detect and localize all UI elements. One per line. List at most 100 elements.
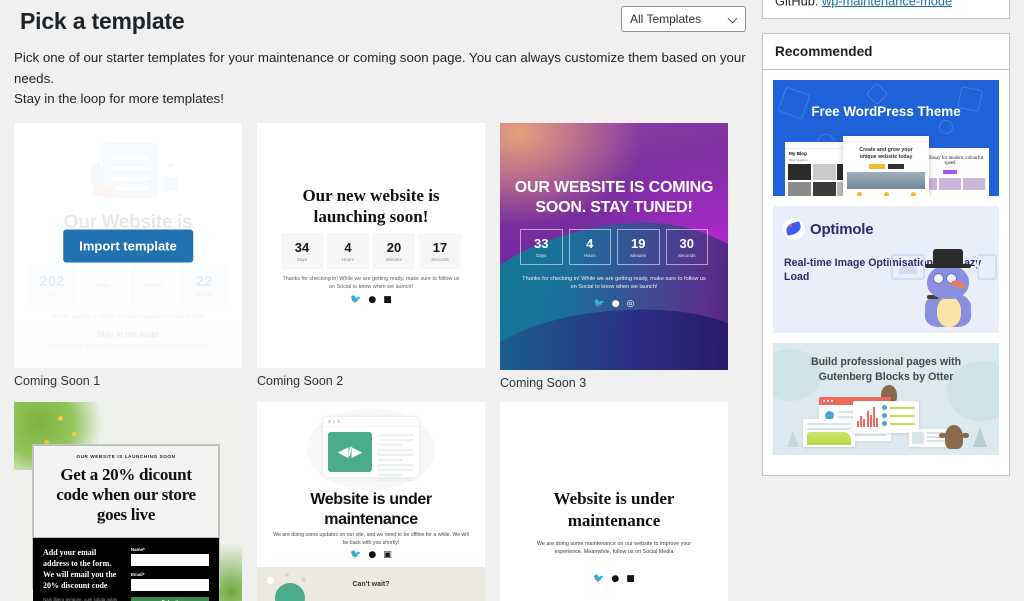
cant-wait-section: Can't wait? (257, 567, 485, 601)
preview-kicker: OUR WEBSITE IS LAUNCHING SOON (76, 454, 176, 459)
countdown-label: Hours (341, 257, 354, 262)
name-field-label: Name* (131, 547, 145, 552)
countdown-value: 33 (534, 236, 549, 251)
homepage-screenshot-title: Create and grow your unique website toda… (859, 147, 913, 161)
template-filter-select[interactable]: All Templates (621, 6, 746, 32)
template-preview[interactable]: OUR WEBSITE IS COMING SOON. STAY TUNED! … (500, 123, 728, 370)
countdown-unit: 34 Days (281, 233, 323, 269)
template-preview[interactable]: Website is under maintenance We are doin… (500, 402, 728, 601)
main-content: Pick a template All Templates Pick one o… (0, 0, 760, 601)
preview-blurb: We are doing some maintenance on our web… (536, 541, 692, 555)
chart-window (803, 419, 855, 448)
banner-title: Free WordPress Theme (811, 104, 961, 120)
optimole-mark-icon (783, 218, 805, 241)
facebook-icon: ● (611, 574, 620, 584)
countdown-value: 34 (294, 240, 310, 255)
preview-blurb: We are working to deliver the best exper… (52, 314, 204, 328)
template-card[interactable]: Website is under maintenance We are doin… (500, 402, 743, 601)
otter-mascot-icon (939, 425, 969, 450)
linkedin-icon: ■ (383, 295, 392, 305)
instagram-icon (142, 333, 156, 346)
chevron-down-icon (729, 14, 739, 24)
otter-blocks-banner[interactable]: Build professional pages with Gutenberg … (773, 343, 999, 456)
coming-soon-3-preview: OUR WEBSITE IS COMING SOON. STAY TUNED! … (500, 123, 728, 370)
github-repo-link[interactable]: wp-maintenance-mode (822, 0, 952, 8)
template-filter-value: All Templates (630, 12, 702, 26)
template-preview[interactable]: Our Website is Coming soon. 202Days Hour… (14, 123, 242, 368)
countdown-unit: 30 Seconds (665, 229, 708, 265)
optimole-logo: Optimole (783, 218, 874, 241)
countdown-label: Minutes (144, 283, 163, 289)
template-card[interactable]: OUR WEBSITE IS LAUNCHING SOON Get a 20% … (14, 402, 257, 601)
preview-heading: Get a 20% dicount code when our store go… (56, 465, 196, 524)
countdown-value: 202 (39, 272, 65, 290)
optimole-title: Optimole (810, 220, 874, 238)
page-header: Pick a template All Templates (0, 0, 760, 42)
social-icons: 🐦 ● ■ (257, 295, 485, 305)
coming-soon-2-preview: Our new website is launching soon! 34 Day… (257, 123, 485, 368)
submit-button[interactable]: Submit (131, 597, 209, 601)
optimole-banner[interactable]: Optimole Real-time Image Optimisation an… (773, 206, 999, 334)
facebook-icon: ● (368, 295, 377, 305)
preview-heading: Website is under maintenance (553, 489, 675, 530)
form-note: Nam libero tempore, cum soluta nobis est… (43, 597, 117, 601)
otter-illustration (773, 385, 999, 451)
preview-blurb: We are doing some updates on our site, a… (273, 532, 469, 546)
linkedin-icon: ■ (626, 574, 635, 584)
email-field-label: Email* (131, 572, 145, 577)
countdown-unit: 202 Days (28, 265, 76, 305)
template-card[interactable]: Our Website is Coming soon. 202Days Hour… (14, 123, 257, 388)
image-placeholder-icon (977, 254, 997, 281)
countdown-unit: 4 Hours (327, 233, 369, 269)
template-card[interactable]: OUR WEBSITE IS COMING SOON. STAY TUNED! … (500, 123, 743, 390)
template-name: Coming Soon 1 (14, 374, 101, 388)
countdown-label: Seconds (431, 257, 449, 262)
countdown: 33 Days 4 Hours 19 Minutes 30 Seconds (520, 229, 708, 265)
countdown-label: Minutes (386, 257, 402, 262)
github-label: GitHub: (775, 0, 819, 9)
template-card[interactable]: ◀/▶ Website is under maintenance We are … (257, 402, 500, 601)
social-icons (14, 333, 242, 346)
countdown-value: 19 (631, 236, 646, 251)
maintenance-serif-preview: Website is under maintenance We are doin… (500, 402, 728, 601)
countdown-unit: 17 Seconds (419, 233, 461, 269)
discount-template-preview: OUR WEBSITE IS LAUNCHING SOON Get a 20% … (14, 402, 242, 601)
email-field[interactable] (131, 579, 209, 591)
twitter-icon (100, 333, 114, 346)
recommended-panel: Recommended Free WordPress Theme My Blog… (762, 33, 1010, 477)
countdown-value: 17 (432, 240, 448, 255)
countdown-label: Seconds (194, 291, 214, 298)
free-wordpress-theme-banner[interactable]: Free WordPress Theme My Blog Blog Graphi… (773, 80, 999, 197)
countdown-unit: 19 Minutes (617, 229, 660, 265)
code-browser-icon: ◀/▶ (322, 416, 420, 481)
facebook-icon (121, 333, 135, 346)
instagram-icon: ▣ (383, 550, 392, 560)
countdown-label: Hours (583, 253, 596, 258)
facebook-icon: ● (368, 550, 377, 560)
countdown-label: Seconds (677, 253, 696, 258)
template-preview[interactable]: ◀/▶ Website is under maintenance We are … (257, 402, 485, 601)
template-preview[interactable]: OUR WEBSITE IS LAUNCHING SOON Get a 20% … (14, 402, 242, 601)
template-preview[interactable]: Our new website is launching soon! 34 Day… (257, 123, 485, 368)
document-illustration-icon (78, 137, 178, 205)
countdown: 34 Days 4 Hours 20 Minutes 17 Seconds (281, 233, 461, 269)
twitter-icon: 🐦 (593, 574, 605, 584)
newsletter-title: Stay in the loop! (96, 330, 160, 339)
import-template-button[interactable]: Import template (63, 229, 193, 262)
twitter-icon: 🐦 (593, 299, 605, 309)
external-link-icon: ↗ (952, 0, 959, 2)
recommended-title: Recommended (763, 34, 1009, 71)
social-icons: 🐦 ● ■ (500, 574, 728, 584)
template-card[interactable]: Our new website is launching soon! 34 Day… (257, 123, 500, 388)
sidebar: GitHub: wp-maintenance-mode↗ Recommended… (762, 0, 1024, 601)
template-name: Coming Soon 3 (500, 376, 587, 390)
name-field[interactable] (131, 554, 209, 566)
countdown-value: 4 (586, 236, 594, 251)
github-panel: GitHub: wp-maintenance-mode↗ (762, 0, 1010, 20)
preview-blurb: Thanks for checking in! While we are get… (522, 276, 706, 290)
intro-text: Pick one of our starter templates for yo… (14, 48, 750, 110)
countdown-value: 22 (195, 272, 213, 290)
preview-heading: Our new website is launching soon! (302, 186, 440, 226)
countdown-value: 4 (344, 240, 352, 255)
countdown-value: 20 (386, 240, 402, 255)
